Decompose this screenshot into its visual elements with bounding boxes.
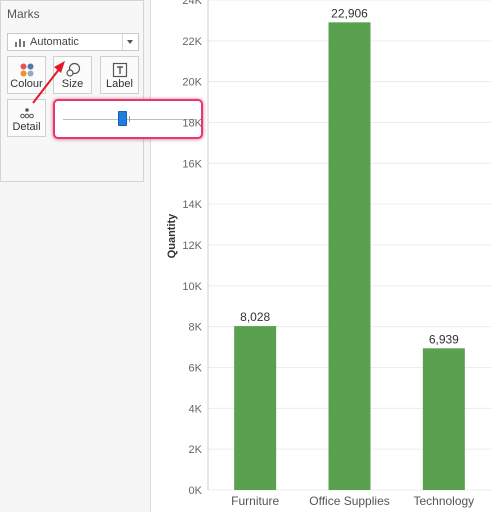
marks-card: Marks Automatic Colour Size Label Detail xyxy=(0,0,144,182)
x-tick-label: Furniture xyxy=(231,494,279,508)
colour-label: Colour xyxy=(10,78,43,90)
y-axis-title: Quantity xyxy=(166,213,178,258)
label-text-icon xyxy=(112,62,127,78)
y-tick-label: 20K xyxy=(182,77,202,89)
y-tick-label: 4K xyxy=(189,403,203,415)
y-tick-label: 12K xyxy=(182,240,202,252)
y-tick-label: 14K xyxy=(182,199,202,211)
bars xyxy=(234,22,465,490)
size-circles-icon xyxy=(65,62,80,77)
colour-dots-icon xyxy=(20,63,33,77)
size-slider-thumb[interactable] xyxy=(117,111,127,126)
y-tick-label: 0K xyxy=(189,485,203,497)
bar[interactable] xyxy=(234,326,277,490)
bar-data-label: 6,939 xyxy=(429,332,459,346)
y-tick-label: 2K xyxy=(189,444,203,456)
bar-chart-icon xyxy=(15,39,25,47)
y-tick-label: 8K xyxy=(189,322,203,334)
y-tick-label: 22K xyxy=(182,36,202,48)
colour-button[interactable]: Colour xyxy=(7,56,46,94)
detail-button[interactable]: Detail xyxy=(7,99,46,137)
x-tick-label: Technology xyxy=(413,494,474,508)
bar-data-label: 22,906 xyxy=(331,6,368,20)
detail-label: Detail xyxy=(12,121,41,133)
size-slider-tick xyxy=(129,116,130,122)
bar-data-label: 8,028 xyxy=(240,310,270,324)
mark-type-dropdown[interactable]: Automatic xyxy=(7,33,139,51)
size-button[interactable]: Size xyxy=(53,56,92,94)
y-tick-label: 6K xyxy=(189,363,203,375)
mark-type-value: Automatic xyxy=(30,36,79,48)
y-tick-label: 10K xyxy=(182,281,202,293)
x-tick-label: Office Supplies xyxy=(309,494,390,508)
bar[interactable] xyxy=(328,22,371,490)
chevron-down-icon[interactable] xyxy=(122,34,138,50)
detail-dots-icon xyxy=(19,108,34,119)
x-axis-ticks: Furniture Office Supplies Technology xyxy=(231,494,474,508)
marks-title: Marks xyxy=(7,7,40,21)
label-label: Label xyxy=(106,78,133,90)
y-tick-label: 24K xyxy=(182,0,202,7)
label-button[interactable]: Label xyxy=(100,56,139,94)
bar[interactable] xyxy=(422,348,465,490)
size-label: Size xyxy=(61,78,84,90)
y-tick-label: 16K xyxy=(182,158,202,170)
y-tick-label: 18K xyxy=(182,118,202,130)
y-axis-ticks: 0K 2K 4K 6K 8K 10K 12K 14K 16K 18K 20K 22K 24K xyxy=(182,0,202,497)
bar-chart: Quantity 0K 2K 4K 6K 8K 10K 12K 14K 16K 18K 20K 22K… xyxy=(166,0,491,508)
